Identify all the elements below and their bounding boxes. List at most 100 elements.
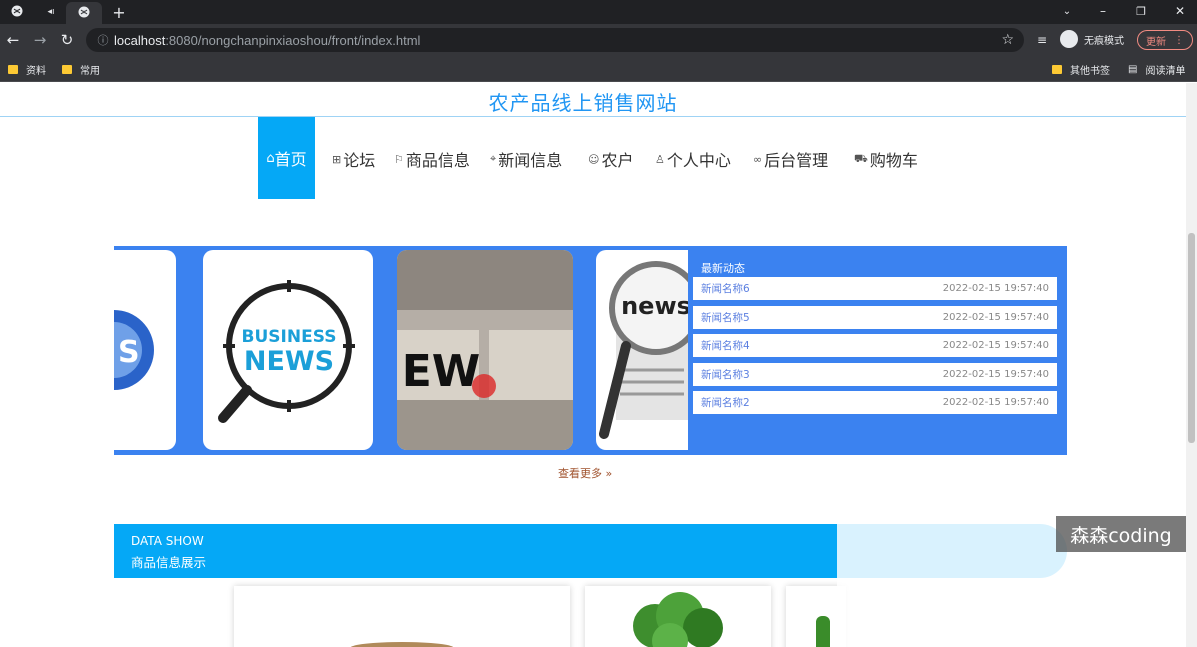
forum-icon: ⊞ (332, 152, 342, 166)
flag-icon: ⚐ (394, 152, 404, 166)
news-name: 新闻名称4 (701, 340, 750, 352)
tab-search-icon[interactable]: ⌄ (1052, 0, 1082, 22)
page-scrollbar[interactable] (1186, 83, 1197, 647)
bookmark-label: 其他书签 (1070, 66, 1110, 77)
mute-icon: ◂ı (47, 7, 55, 17)
incognito-label: 无痕模式 (1084, 35, 1124, 47)
news-time: 2022-02-15 19:57:40 (942, 283, 1049, 294)
nav-item-admin[interactable]: ∞ 后台管理 (753, 147, 828, 171)
browser-tab-bar: ◂ı + ⌄ – ❐ ✕ (0, 0, 1197, 24)
tag-icon: ⌖ (490, 152, 497, 165)
bookmark-label: 阅读清单 (1145, 66, 1186, 77)
update-button[interactable]: 更新 ⋮ (1137, 30, 1193, 50)
tab-2[interactable]: ◂ı (38, 3, 64, 21)
browser-toolbar: ← → ↻ ⓘ localhost:8080/nongchanpinxiaosh… (0, 24, 1197, 56)
nav-label: 商品信息 (405, 151, 470, 170)
site-title: 农产品线上销售网站 (488, 91, 678, 115)
data-banner-cn: 商品信息展示 (131, 555, 207, 570)
nav-label: 农户 (601, 151, 634, 170)
news-carousel: S BUSINESS NEWS EW news 最新动态 新闻名称6 2022-… (114, 246, 1067, 455)
nav-label: 论坛 (343, 151, 376, 170)
news-name: 新闻名称3 (701, 369, 750, 381)
business-text: BUSINESS (242, 327, 337, 347)
nav-item-cart[interactable]: ⛟ 购物车 (854, 147, 918, 171)
news-time: 2022-02-15 19:57:40 (942, 312, 1049, 323)
globe-icon (78, 6, 90, 21)
update-label: 更新 (1146, 36, 1166, 48)
ew-text: EW (402, 346, 481, 397)
news-image-card[interactable]: EW (397, 250, 573, 450)
more-menu-icon: ⋮ (1174, 34, 1184, 46)
bookmark-folder[interactable]: 常用 (62, 62, 100, 77)
news-name: 新闻名称2 (701, 397, 750, 409)
info-icon[interactable]: ⓘ (92, 32, 114, 48)
news-row[interactable]: 新闻名称6 2022-02-15 19:57:40 (693, 277, 1057, 300)
restore-button[interactable]: ❐ (1126, 0, 1156, 22)
tab-3-active[interactable] (66, 2, 102, 24)
minimize-button[interactable]: – (1088, 0, 1118, 22)
nav-item-home[interactable]: ⌂ 首页 (258, 117, 315, 199)
news-time: 2022-02-15 19:57:40 (942, 369, 1049, 380)
reading-list-icon[interactable]: ≡ (1032, 30, 1052, 50)
incognito-indicator[interactable]: 无痕模式 (1060, 30, 1124, 48)
smile-icon: ☺ (588, 152, 600, 166)
cursor-highlight (472, 374, 496, 398)
reading-list[interactable]: ▤ 阅读清单 (1128, 62, 1185, 77)
data-banner-en: DATA SHOW (131, 534, 204, 548)
incognito-icon (1060, 30, 1078, 48)
folder-icon (1052, 65, 1062, 74)
url-text[interactable]: localhost:8080/nongchanpinxiaoshou/front… (114, 33, 420, 48)
nav-item-forum[interactable]: ⊞ 论坛 (332, 147, 375, 171)
back-icon[interactable]: ← (3, 30, 23, 50)
user-icon: ♙ (655, 152, 665, 166)
product-card[interactable] (234, 586, 570, 647)
reading-list-icon: ▤ (1128, 64, 1138, 75)
nav-label: 新闻信息 (498, 151, 563, 170)
news-image-card[interactable]: news (596, 250, 688, 450)
news-row[interactable]: 新闻名称3 2022-02-15 19:57:40 (693, 363, 1057, 386)
watermark: 森森coding (1056, 516, 1186, 552)
view-more-link[interactable]: 查看更多 » (558, 465, 612, 481)
bookmark-folder[interactable]: 资料 (8, 62, 46, 77)
new-tab-button[interactable]: + (108, 3, 130, 22)
home-icon: ⌂ (266, 150, 275, 166)
news-name: 新闻名称5 (701, 312, 750, 324)
news-image-card[interactable]: S (114, 250, 176, 450)
nav-item-farmers[interactable]: ☺ 农户 (588, 147, 633, 171)
forward-icon[interactable]: → (30, 30, 50, 50)
double-chevron-right-icon: » (605, 467, 613, 480)
news-image-card[interactable]: BUSINESS NEWS (203, 250, 373, 450)
link-icon: ∞ (753, 152, 763, 166)
nav-item-profile[interactable]: ♙ 个人中心 (655, 147, 731, 171)
folder-icon (8, 65, 18, 74)
magnifier-news-text: news (621, 292, 688, 320)
nav-label: 个人中心 (666, 151, 731, 170)
nav-item-news[interactable]: ⌖ 新闻信息 (490, 147, 562, 171)
latest-news-title: 最新动态 (701, 262, 745, 275)
news-row[interactable]: 新闻名称2 2022-02-15 19:57:40 (693, 391, 1057, 414)
bookmark-star-icon[interactable]: ☆ (1001, 32, 1014, 48)
tab-1[interactable] (4, 3, 30, 21)
scrollbar-thumb[interactable] (1188, 233, 1195, 443)
news-time: 2022-02-15 19:57:40 (942, 397, 1049, 408)
product-card[interactable] (585, 586, 771, 647)
address-bar[interactable]: ⓘ localhost:8080/nongchanpinxiaoshou/fro… (86, 28, 1024, 52)
news-row[interactable]: 新闻名称5 2022-02-15 19:57:40 (693, 306, 1057, 329)
nav-label: 首页 (274, 150, 307, 169)
latest-news-panel: 最新动态 新闻名称6 2022-02-15 19:57:40 新闻名称5 2022-… (693, 250, 1063, 450)
folder-icon (62, 65, 72, 74)
news-name: 新闻名称6 (701, 283, 750, 295)
bookmark-label: 常用 (80, 66, 100, 77)
nav-label: 购物车 (869, 151, 918, 170)
view-more-label: 查看更多 (558, 467, 602, 480)
close-window-button[interactable]: ✕ (1165, 0, 1195, 22)
bookmark-label: 资料 (26, 66, 46, 77)
main-nav: ⌂ 首页 ⊞ 论坛 ⚐ 商品信息 ⌖ 新闻信息 ☺ 农户 ♙ 个人中心 ∞ 后台管理 ⛟ 购物车 (0, 117, 1186, 199)
reload-icon[interactable]: ↻ (57, 30, 77, 50)
other-bookmarks[interactable]: 其他书签 (1052, 62, 1110, 77)
news-text: NEWS (244, 346, 334, 377)
bookmarks-bar: 资料 常用 其他书签 ▤ 阅读清单 (0, 56, 1197, 82)
news-row[interactable]: 新闻名称4 2022-02-15 19:57:40 (693, 334, 1057, 357)
news-time: 2022-02-15 19:57:40 (942, 340, 1049, 351)
nav-item-products[interactable]: ⚐ 商品信息 (394, 147, 470, 171)
